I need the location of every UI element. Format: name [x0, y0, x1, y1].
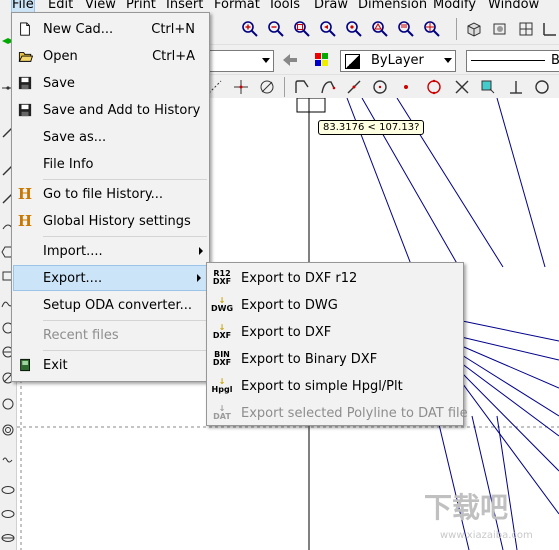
watermark-url: www.xiazaiba.com — [440, 530, 533, 541]
zoom-window-icon[interactable] — [292, 19, 312, 39]
new-file-icon — [17, 21, 33, 37]
menu-item-new-cad[interactable]: New Cad... Ctrl+N — [12, 17, 209, 41]
menu-item-exit[interactable]: Exit — [12, 353, 209, 377]
menu-item-export[interactable]: Export.... — [13, 265, 208, 291]
point-icon[interactable] — [396, 77, 416, 97]
history-h-icon: H — [17, 185, 33, 203]
export-dxf-r12-icon: R12 DXF — [212, 269, 232, 286]
menu-item-save-add-history[interactable]: Save and Add to History — [12, 98, 209, 122]
menu-tools[interactable]: Tools — [268, 0, 300, 12]
menu-item-export-dxf-r12[interactable]: R12 DXF Export to DXF r12 — [207, 266, 463, 290]
zoom-out-icon[interactable] — [266, 19, 286, 39]
draw-donut-icon[interactable] — [0, 422, 16, 438]
previous-layer-icon[interactable] — [280, 50, 300, 70]
circle-icon[interactable] — [370, 77, 390, 97]
menu-item-export-dat[interactable]: ↓ DAT Export selected Polyline to DAT fil… — [207, 401, 468, 425]
menu-item-save[interactable]: Save — [12, 71, 209, 95]
export-binary-dxf-icon: BIN DXF — [212, 350, 232, 367]
chevron-down-icon — [444, 58, 452, 63]
toolbar-separator — [456, 18, 457, 40]
perpendicular-icon[interactable] — [506, 77, 526, 97]
draw-wave-icon[interactable] — [0, 452, 16, 468]
menu-insert[interactable]: Insert — [166, 0, 203, 12]
chevron-down-icon — [262, 58, 270, 63]
menu-item-setup-oda[interactable]: Setup ODA converter... — [12, 293, 209, 317]
menu-item-save-as[interactable]: Save as... — [12, 125, 209, 149]
menu-item-go-to-history[interactable]: H Go to file History... — [12, 182, 209, 206]
menu-separator — [43, 320, 207, 321]
menu-modify[interactable]: Modify — [433, 0, 476, 12]
open-folder-icon — [17, 48, 33, 64]
export-dwg-icon: ↓ DWG — [210, 296, 234, 313]
menu-item-recent-files[interactable]: Recent files — [12, 323, 209, 347]
submenu-arrow-icon — [197, 274, 201, 282]
color-select[interactable]: ByLayer — [340, 50, 456, 72]
draw-hatch-icon[interactable] — [0, 530, 16, 546]
zoom-in-icon[interactable] — [240, 19, 260, 39]
export-dat-icon: ↓ DAT — [213, 404, 231, 421]
zoom-extents-icon[interactable] — [344, 19, 364, 39]
linetype-select-value: B — [551, 53, 559, 68]
history-h-icon: H — [17, 212, 33, 230]
watermark-logo: 下载吧 — [424, 491, 509, 524]
snap-center-cross-icon[interactable] — [231, 77, 251, 97]
menu-item-export-binary-dxf[interactable]: BIN DXF Export to Binary DXF — [207, 347, 463, 371]
export-submenu: R12 DXF Export to DXF r12 ↓ DWG Export to … — [206, 262, 468, 426]
file-menu: New Cad... Ctrl+N Open Ctrl+A Save Save … — [11, 12, 210, 382]
exit-icon — [17, 357, 33, 373]
menu-separator — [43, 236, 207, 237]
coordinate-tooltip: 83.3176 < 107.13? — [318, 120, 425, 135]
menu-dimension[interactable]: Dimension — [358, 0, 427, 12]
layer-select[interactable] — [200, 50, 274, 72]
menu-separator — [43, 179, 207, 180]
snap-tangent-icon[interactable] — [257, 77, 277, 97]
zoom-previous-icon[interactable] — [318, 19, 338, 39]
export-hpgl-icon: ↓ Hpgl — [211, 377, 233, 394]
save-disk-icon — [17, 75, 33, 91]
linetype-preview — [471, 60, 545, 61]
block-icon[interactable] — [478, 77, 498, 97]
menu-item-export-dxf[interactable]: ↓ DXF Export to DXF — [207, 320, 463, 344]
menu-separator — [43, 350, 207, 351]
render-icon[interactable] — [490, 19, 510, 39]
menu-window[interactable]: Window — [488, 0, 539, 12]
menu-item-export-hpgl[interactable]: ↓ Hpgl Export to simple Hpgl/Plt — [207, 374, 463, 398]
linetype-select[interactable]: B — [466, 50, 559, 72]
menu-item-open[interactable]: Open Ctrl+A — [12, 44, 209, 68]
menu-item-export-dwg[interactable]: ↓ DWG Export to DWG — [207, 293, 463, 317]
line-icon[interactable] — [344, 77, 364, 97]
menu-view[interactable]: View — [85, 0, 116, 12]
pan-icon[interactable] — [422, 19, 442, 39]
zoom-scale-icon[interactable] — [396, 19, 416, 39]
draw-ellipse-icon[interactable] — [0, 482, 16, 498]
menu-file[interactable]: File — [11, 0, 35, 13]
export-dxf-icon: ↓ DXF — [212, 323, 232, 340]
polyline-icon[interactable] — [292, 77, 312, 97]
ellipse-icon[interactable] — [424, 77, 444, 97]
draw-ellipse-arc-icon[interactable] — [0, 506, 16, 522]
arc-icon[interactable] — [318, 77, 338, 97]
intersection-icon[interactable] — [452, 77, 472, 97]
save-disk-icon — [17, 102, 33, 118]
3d-view-icon[interactable] — [464, 19, 484, 39]
menu-item-file-info[interactable]: File Info — [12, 152, 209, 176]
toolbar-separator — [284, 77, 285, 97]
menu-bar: File Edit View Print Insert Format Tools… — [0, 0, 559, 13]
color-picker-icon[interactable] — [312, 50, 332, 70]
circle-tool-icon[interactable] — [532, 77, 552, 97]
color-select-value: ByLayer — [371, 53, 424, 68]
menu-draw[interactable]: Draw — [314, 0, 348, 12]
bylayer-swatch-icon — [345, 54, 360, 69]
menu-item-global-history[interactable]: H Global History settings — [12, 209, 209, 233]
submenu-arrow-icon — [199, 247, 203, 255]
draw-circle-ttr-icon[interactable] — [0, 396, 16, 412]
menu-edit[interactable]: Edit — [48, 0, 73, 12]
grid-view-icon[interactable] — [516, 19, 536, 39]
menu-format[interactable]: Format — [214, 0, 260, 12]
zoom-all-icon[interactable] — [370, 19, 390, 39]
menu-item-import[interactable]: Import.... — [12, 239, 209, 263]
ucs-icon[interactable] — [540, 19, 559, 39]
menu-print[interactable]: Print — [126, 0, 156, 12]
